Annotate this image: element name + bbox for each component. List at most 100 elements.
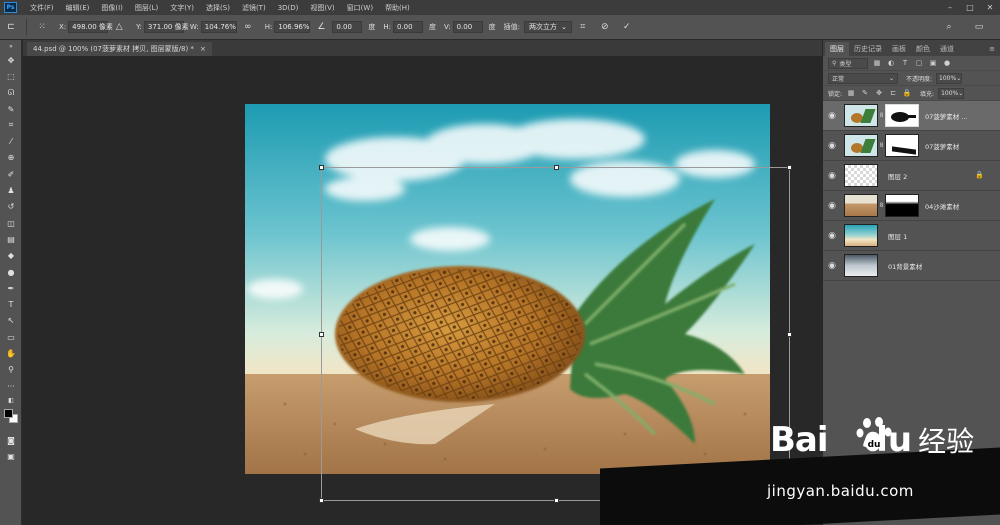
lock-artboard-icon[interactable]: ⊏ — [888, 88, 898, 98]
layer-name[interactable]: 图层 2 — [888, 171, 907, 181]
layer-row[interactable]: ◉ 8 04沙滩素材 — [823, 191, 1000, 221]
lock-pixels-icon[interactable]: ✎ — [860, 88, 870, 98]
crop-tool-icon[interactable]: ⌗ — [0, 117, 22, 133]
rectangle-tool-icon[interactable]: ▭ — [0, 329, 22, 345]
document-tab[interactable]: 44.psd @ 100% (07菠萝素材 拷贝, 图层蒙版/8) * × — [27, 42, 212, 56]
layer-row[interactable]: ◉ 图层 1 — [823, 221, 1000, 251]
transform-handle-top[interactable] — [554, 165, 559, 170]
hand-tool-icon[interactable]: ✋ — [0, 345, 22, 361]
panel-menu-icon[interactable]: ≡ — [984, 42, 1000, 56]
layer-thumbnail[interactable] — [844, 164, 878, 187]
pen-tool-icon[interactable]: ✒ — [0, 280, 22, 296]
layer-name[interactable]: 07菠萝素材 ... — [925, 111, 968, 121]
quick-mask-icon[interactable]: ◙ — [0, 432, 22, 448]
search-icon[interactable]: ⌕ — [942, 20, 956, 34]
tab-layers[interactable]: 图层 — [825, 42, 849, 56]
transform-tool-icon[interactable]: ⊏ — [4, 20, 18, 34]
width-input[interactable]: 104.76% — [200, 21, 237, 33]
menu-layer[interactable]: 图层(L) — [129, 3, 164, 13]
healing-brush-tool-icon[interactable]: ⊕ — [0, 150, 22, 166]
canvas-area[interactable] — [23, 56, 822, 525]
transform-handle-top-right[interactable] — [787, 165, 792, 170]
quick-select-tool-icon[interactable]: ✎ — [0, 101, 22, 117]
opacity-input[interactable]: 100% ⌄ — [936, 72, 963, 84]
default-colors-icon[interactable]: ◧ — [0, 394, 22, 406]
fill-input[interactable]: 100% ⌄ — [938, 87, 965, 99]
transform-handle-bottom[interactable] — [554, 498, 559, 503]
eraser-tool-icon[interactable]: ◫ — [0, 215, 22, 231]
commit-transform-icon[interactable]: ✓ — [620, 20, 634, 34]
delta-icon[interactable]: △ — [112, 20, 126, 34]
layer-mask-thumbnail[interactable] — [885, 134, 919, 157]
transform-bounding-box[interactable] — [319, 165, 792, 503]
menu-view[interactable]: 视图(V) — [304, 3, 340, 13]
visibility-eye-icon[interactable]: ◉ — [823, 101, 841, 131]
lasso-tool-icon[interactable]: ᘏ — [0, 85, 22, 101]
menu-window[interactable]: 窗口(W) — [341, 3, 379, 13]
warp-icon[interactable]: ⌗ — [576, 20, 590, 34]
layer-kind-filter[interactable]: ⚲ 类型 — [828, 57, 868, 69]
close-tab-icon[interactable]: × — [200, 45, 206, 53]
path-select-tool-icon[interactable]: ↖ — [0, 313, 22, 329]
history-brush-tool-icon[interactable]: ↺ — [0, 199, 22, 215]
layer-mask-thumbnail[interactable] — [885, 104, 919, 127]
mask-link-icon[interactable]: 8 — [878, 134, 885, 157]
interpolation-select[interactable]: 两次立方 ⌄ — [523, 21, 572, 33]
layer-thumbnail[interactable] — [844, 104, 878, 127]
x-input[interactable]: 498.00 像素 — [68, 21, 113, 33]
layer-thumbnail[interactable] — [844, 134, 878, 157]
transform-handle-top-left[interactable] — [319, 165, 324, 170]
screen-mode-icon[interactable]: ▣ — [0, 449, 22, 465]
layer-name[interactable]: 04沙滩素材 — [925, 201, 959, 211]
close-icon[interactable]: ✕ — [980, 0, 1000, 15]
transform-handle-right[interactable] — [787, 332, 792, 337]
menu-help[interactable]: 帮助(H) — [379, 3, 416, 13]
filter-shape-icon[interactable]: ▢ — [914, 58, 924, 68]
layer-mask-thumbnail[interactable] — [885, 194, 919, 217]
y-input[interactable]: 371.00 像素 — [143, 21, 189, 33]
workspace-icon[interactable]: ▭ — [972, 20, 986, 34]
filter-type-icon[interactable]: T — [900, 58, 910, 68]
lock-all-icon[interactable]: 🔒 — [902, 88, 912, 98]
brush-tool-icon[interactable]: ✐ — [0, 166, 22, 182]
layer-row[interactable]: ◉ 8 07菠萝素材 — [823, 131, 1000, 161]
cancel-transform-icon[interactable]: ⊘ — [598, 20, 612, 34]
layer-name[interactable]: 01背景素材 — [888, 261, 922, 271]
filter-toggle-icon[interactable]: ● — [942, 58, 952, 68]
menu-filter[interactable]: 滤镜(T) — [236, 3, 272, 13]
layer-row[interactable]: ◉ 01背景素材 — [823, 251, 1000, 281]
zoom-tool-icon[interactable]: ⚲ — [0, 362, 22, 378]
visibility-eye-icon[interactable]: ◉ — [823, 131, 841, 161]
tab-color[interactable]: 颜色 — [911, 42, 935, 56]
dodge-tool-icon[interactable]: ● — [0, 264, 22, 280]
layer-thumbnail[interactable] — [844, 254, 878, 277]
transform-handle-left[interactable] — [319, 332, 324, 337]
blur-tool-icon[interactable]: ◆ — [0, 248, 22, 264]
reference-point-icon[interactable]: ⁙ — [35, 20, 49, 34]
minimize-icon[interactable]: – — [940, 0, 960, 15]
maximize-icon[interactable]: □ — [960, 0, 980, 15]
visibility-eye-icon[interactable]: ◉ — [823, 221, 841, 251]
move-tool-icon[interactable]: ✥ — [0, 52, 22, 68]
menu-file[interactable]: 文件(F) — [24, 3, 60, 13]
mask-link-icon[interactable]: 8 — [878, 194, 885, 217]
visibility-eye-icon[interactable]: ◉ — [823, 191, 841, 221]
vskew-input[interactable]: 0.00 — [452, 21, 483, 33]
type-tool-icon[interactable]: T — [0, 296, 22, 312]
eyedropper-tool-icon[interactable]: ⁄ — [0, 133, 22, 149]
filter-adjustment-icon[interactable]: ◐ — [886, 58, 896, 68]
gradient-tool-icon[interactable]: ▤ — [0, 231, 22, 247]
transform-handle-bottom-left[interactable] — [319, 498, 324, 503]
menu-type[interactable]: 文字(Y) — [164, 3, 200, 13]
menu-edit[interactable]: 编辑(E) — [60, 3, 96, 13]
lock-transparent-icon[interactable]: ▦ — [846, 88, 856, 98]
height-input[interactable]: 106.96% — [274, 21, 311, 33]
angle-input[interactable]: 0.00 — [332, 21, 363, 33]
layer-row[interactable]: ◉ 图层 2 🔒 — [823, 161, 1000, 191]
filter-smart-object-icon[interactable]: ▣ — [928, 58, 938, 68]
tools-collapse-icon[interactable]: » — [0, 40, 22, 52]
blend-mode-select[interactable]: 正常 ⌄ — [828, 72, 898, 84]
more-tools-icon[interactable]: ··· — [0, 378, 22, 394]
link-icon[interactable]: ∞ — [241, 20, 255, 34]
layer-thumbnail[interactable] — [844, 194, 878, 217]
